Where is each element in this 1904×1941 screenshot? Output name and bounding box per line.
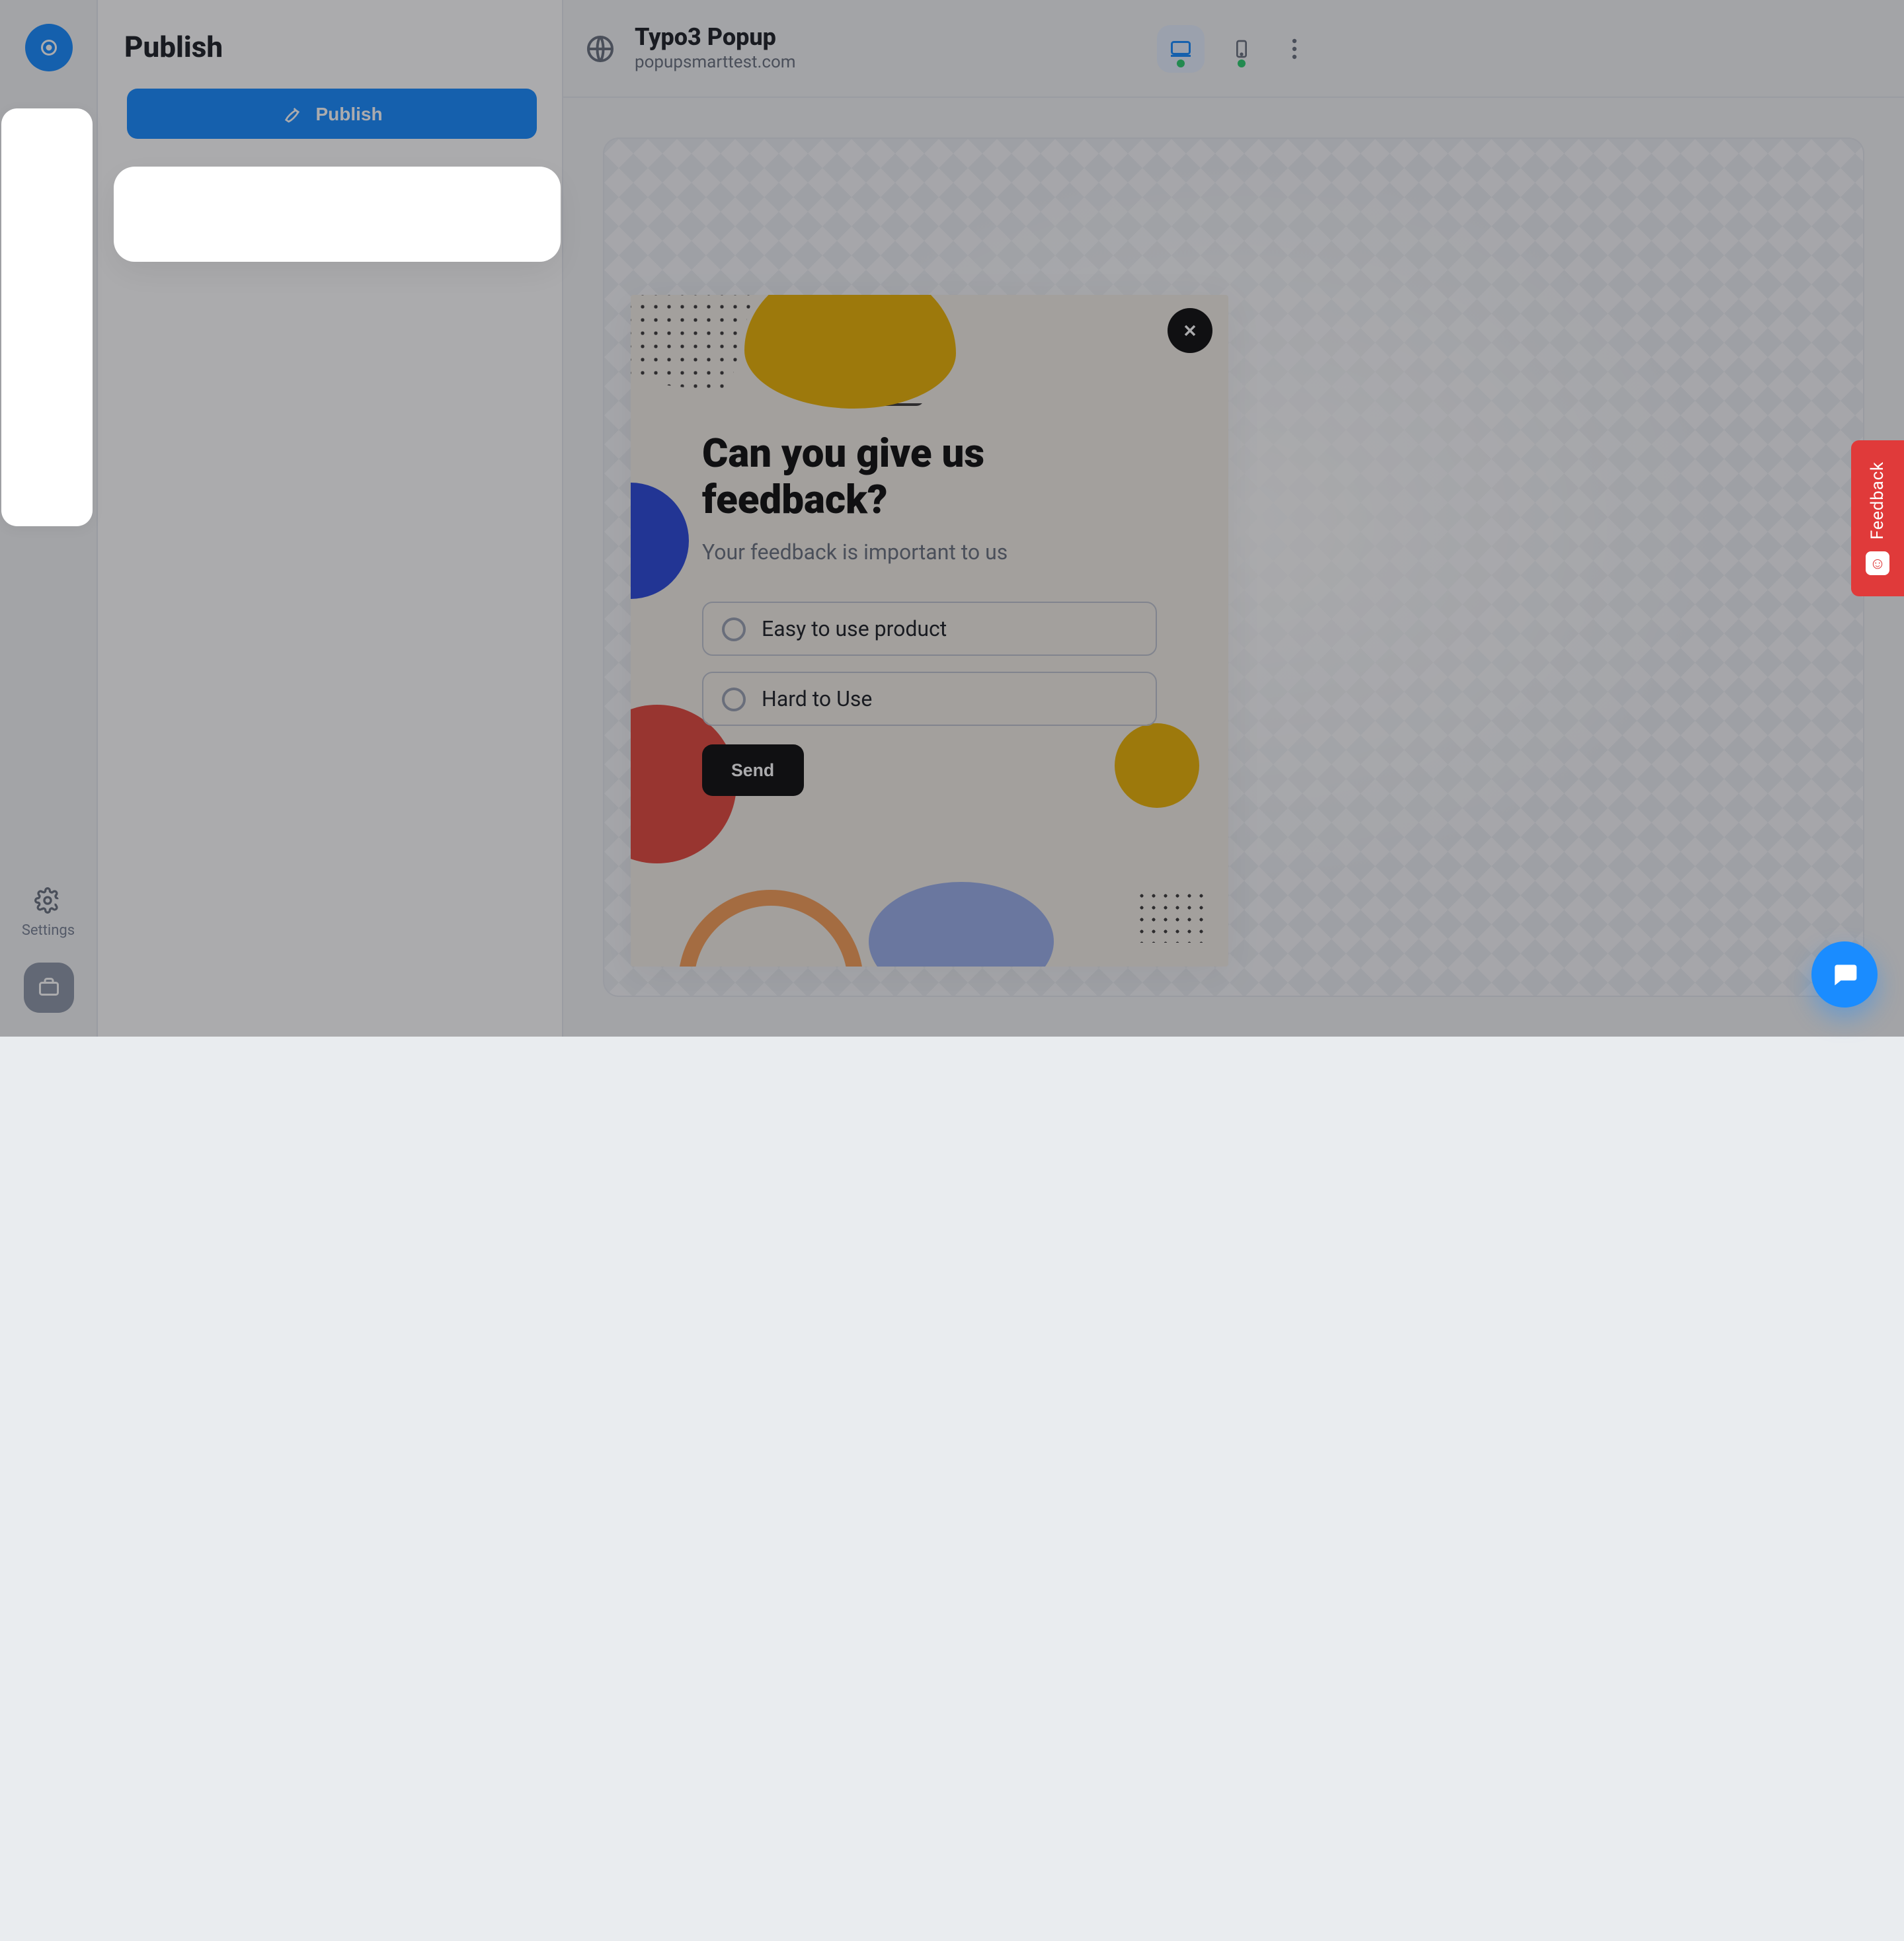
deco-dots2-icon <box>1136 890 1207 943</box>
step-segment-label: Segment <box>19 373 77 390</box>
main-area: Typo3 Popup popupsmarttest.com <box>563 0 1904 1037</box>
steps-cutout-wrap: Customize Style Segment 4 Publish <box>0 85 97 487</box>
feedback-label: Feedback <box>1868 462 1887 540</box>
wizard-steps: Customize Style Segment 4 Publish <box>0 85 97 487</box>
step-style-circle <box>26 223 71 268</box>
step-publish-label: Publish <box>24 469 73 487</box>
feedback-face-icon: ☺ <box>1866 551 1889 574</box>
preview-canvas: Can you give usfeedback? Your feedback i… <box>603 138 1864 997</box>
brand-logo[interactable] <box>24 24 72 71</box>
targeting-row[interactable]: Smart mode targeting <box>122 209 538 241</box>
deco-dots-icon <box>631 295 755 393</box>
publish-card: Publish <box>122 83 538 144</box>
popup-options: Easy to use product Hard to Use <box>702 602 1157 726</box>
targeting-icon <box>122 209 153 241</box>
popup-close-button[interactable] <box>1168 308 1212 353</box>
topbar: Typo3 Popup popupsmarttest.com <box>563 0 1904 98</box>
step-publish-circle: 4 <box>26 416 71 461</box>
rocket-icon <box>281 103 302 124</box>
option-label: Hard to Use <box>762 686 872 711</box>
page-subtitle: popupsmarttest.com <box>635 52 796 73</box>
device-desktop-status <box>1177 59 1185 67</box>
device-mobile-status <box>1238 59 1246 67</box>
breadcrumb: Typo3 Popup popupsmarttest.com <box>584 24 796 73</box>
step-customize-label: Customize <box>14 180 83 197</box>
settings-button[interactable]: Settings <box>22 887 75 939</box>
step-style[interactable]: Style <box>0 223 97 294</box>
popup-subtitle: Your feedback is important to us <box>702 539 1157 565</box>
publish-button-label: Publish <box>315 103 382 124</box>
step-publish[interactable]: 4 Publish <box>0 416 97 487</box>
option-label: Easy to use product <box>762 616 947 641</box>
deco-blue-blob-icon <box>869 882 1054 967</box>
deco-yellow-blob-icon <box>744 295 956 409</box>
option-hard[interactable]: Hard to Use <box>702 672 1157 726</box>
device-mobile[interactable] <box>1218 24 1265 72</box>
step-segment-circle <box>26 320 71 365</box>
device-toggle <box>1157 24 1310 72</box>
more-menu[interactable] <box>1279 32 1310 64</box>
toolbox-button[interactable] <box>23 963 73 1013</box>
popup-title: Can you give usfeedback? <box>702 432 1157 524</box>
step-style-label: Style <box>32 276 64 294</box>
popup-preview: Can you give usfeedback? Your feedback i… <box>631 295 1228 967</box>
popup-send-button[interactable]: Send <box>702 744 803 796</box>
globe-icon <box>584 32 616 64</box>
device-desktop[interactable] <box>1157 24 1205 72</box>
step-segment[interactable]: Segment <box>0 320 97 390</box>
side-panel: Publish Publish Targeting Summary Smart … <box>98 0 563 1037</box>
close-icon <box>1181 321 1199 340</box>
publish-button[interactable]: Publish <box>127 89 537 139</box>
deco-orange-arc-icon <box>678 890 863 967</box>
option-easy[interactable]: Easy to use product <box>702 602 1157 656</box>
chat-icon <box>1830 960 1859 989</box>
settings-label: Settings <box>22 922 75 939</box>
radio-icon <box>722 687 746 711</box>
rail-bottom: Settings <box>0 887 97 1013</box>
targeting-item: Smart mode targeting <box>167 212 372 237</box>
page-title: Typo3 Popup <box>635 24 796 52</box>
canvas-wrap: Can you give usfeedback? Your feedback i… <box>563 98 1904 1037</box>
step-customize-circle <box>26 127 71 172</box>
radio-icon <box>722 617 746 641</box>
step-customize[interactable]: Customize <box>0 127 97 197</box>
nav-rail: Customize Style Segment 4 Publish <box>0 0 98 1037</box>
chat-fab[interactable] <box>1811 941 1878 1008</box>
targeting-title: Targeting Summary <box>124 171 536 196</box>
feedback-tab[interactable]: Feedback ☺ <box>1851 440 1904 596</box>
deco-blue-semi-icon <box>631 483 689 599</box>
side-title: Publish <box>124 32 536 65</box>
